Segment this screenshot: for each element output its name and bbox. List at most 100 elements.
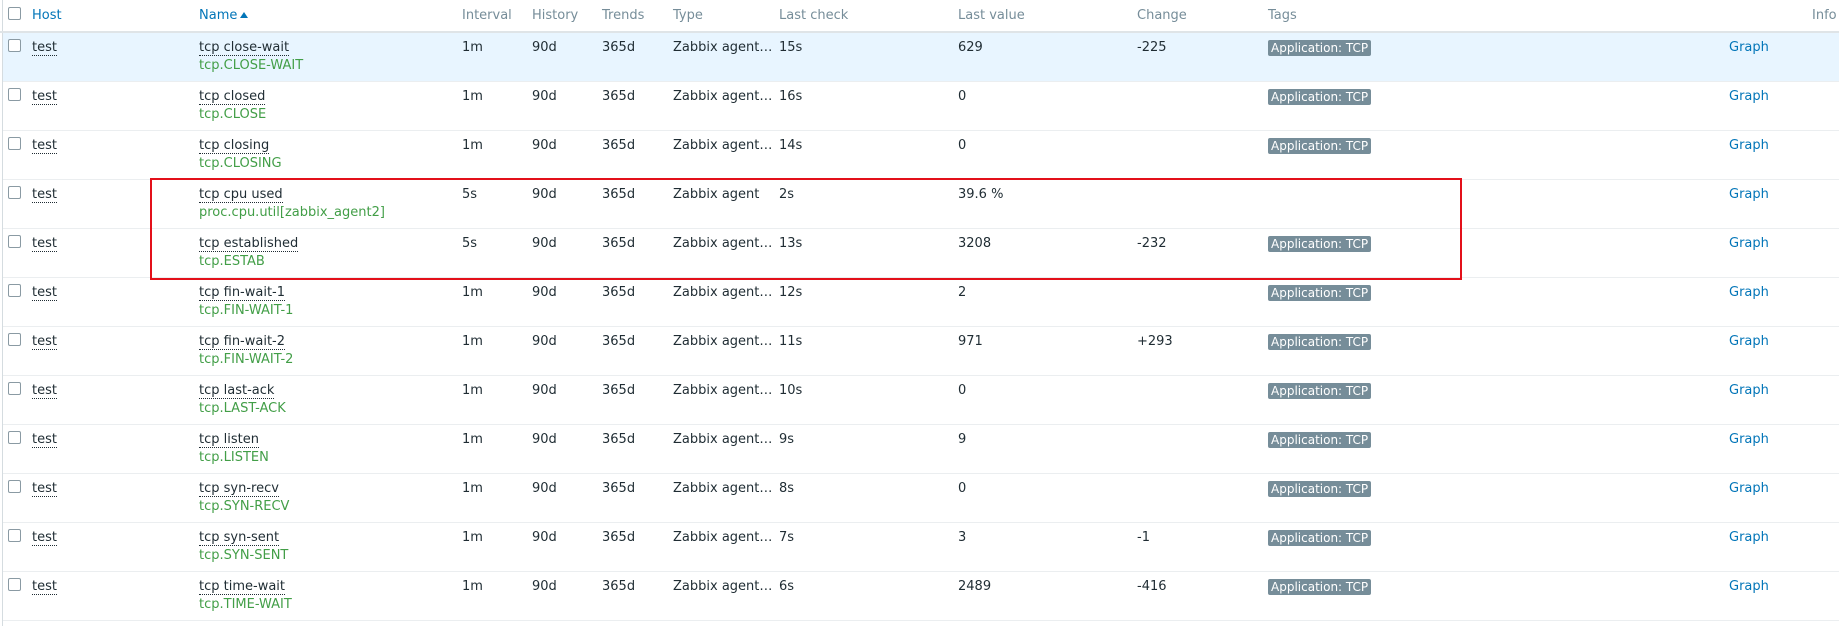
change-value: -225	[1137, 40, 1167, 55]
graph-link[interactable]: Graph	[1729, 481, 1769, 496]
tag-badge[interactable]: Application: TCP	[1268, 481, 1372, 497]
interval-value: 1m	[462, 138, 483, 153]
item-name-link[interactable]: tcp fin-wait-1	[199, 285, 286, 301]
header-name-sortable[interactable]: Name	[199, 8, 249, 23]
host-link[interactable]: test	[32, 383, 57, 399]
graph-link[interactable]: Graph	[1729, 432, 1769, 447]
row-checkbox[interactable]	[8, 333, 21, 346]
item-name-link[interactable]: tcp fin-wait-2	[199, 334, 286, 350]
last-check-value: 13s	[779, 236, 803, 251]
host-link[interactable]: test	[32, 40, 57, 56]
last-check-value: 15s	[779, 40, 803, 55]
graph-link[interactable]: Graph	[1729, 334, 1769, 349]
type-value: Zabbix agent (a…	[673, 530, 773, 545]
item-key: tcp.CLOSING	[199, 156, 282, 171]
tag-badge[interactable]: Application: TCP	[1268, 40, 1372, 56]
row-checkbox[interactable]	[8, 382, 21, 395]
item-name-link[interactable]: tcp closing	[199, 138, 270, 154]
row-checkbox[interactable]	[8, 431, 21, 444]
tag-badge[interactable]: Application: TCP	[1268, 530, 1372, 546]
tag-badge[interactable]: Application: TCP	[1268, 285, 1372, 301]
last-value: 0	[958, 481, 967, 496]
item-name-link[interactable]: tcp last-ack	[199, 383, 275, 399]
item-name-link[interactable]: tcp established	[199, 236, 299, 252]
host-link[interactable]: test	[32, 530, 57, 546]
host-link[interactable]: test	[32, 481, 57, 497]
interval-value: 1m	[462, 40, 483, 55]
header-trends: Trends	[602, 8, 645, 23]
host-link[interactable]: test	[32, 579, 57, 595]
interval-value: 1m	[462, 383, 483, 398]
graph-link[interactable]: Graph	[1729, 579, 1769, 594]
item-name-link[interactable]: tcp closed	[199, 89, 266, 105]
item-name-link[interactable]: tcp close-wait	[199, 40, 290, 56]
header-last-check: Last check	[779, 8, 849, 23]
item-key: tcp.CLOSE-WAIT	[199, 58, 304, 73]
host-link[interactable]: test	[32, 138, 57, 154]
tag-badge[interactable]: Application: TCP	[1268, 89, 1372, 105]
graph-link[interactable]: Graph	[1729, 285, 1769, 300]
graph-link[interactable]: Graph	[1729, 530, 1769, 545]
table-row: test tcp syn-sent tcp.SYN-SENT 1m 90d 365d Zab…	[3, 523, 1839, 572]
type-value: Zabbix agent	[673, 187, 760, 202]
graph-link[interactable]: Graph	[1729, 138, 1769, 153]
type-value: Zabbix agent (a…	[673, 89, 773, 104]
item-name-link[interactable]: tcp syn-recv	[199, 481, 279, 497]
select-all-checkbox[interactable]	[8, 7, 21, 20]
trends-value: 365d	[602, 383, 636, 398]
tag-badge[interactable]: Application: TCP	[1268, 383, 1372, 399]
row-checkbox[interactable]	[8, 284, 21, 297]
host-link[interactable]: test	[32, 334, 57, 350]
tag-badge[interactable]: Application: TCP	[1268, 334, 1372, 350]
header-type: Type	[673, 8, 703, 23]
row-checkbox[interactable]	[8, 235, 21, 248]
last-check-value: 2s	[779, 187, 795, 202]
change-value: -1	[1137, 530, 1150, 545]
header-name-label[interactable]: Name	[199, 8, 237, 23]
table-row: test tcp closing tcp.CLOSING 1m 90d 365d Zabbi…	[3, 131, 1839, 180]
trends-value: 365d	[602, 481, 636, 496]
interval-value: 1m	[462, 530, 483, 545]
trends-value: 365d	[602, 236, 636, 251]
row-checkbox[interactable]	[8, 88, 21, 101]
item-name-link[interactable]: tcp syn-sent	[199, 530, 280, 546]
graph-link[interactable]: Graph	[1729, 187, 1769, 202]
host-link[interactable]: test	[32, 285, 57, 301]
type-value: Zabbix agent (a…	[673, 579, 773, 594]
tag-badge[interactable]: Application: TCP	[1268, 579, 1372, 595]
tag-badge[interactable]: Application: TCP	[1268, 432, 1372, 448]
interval-value: 5s	[462, 187, 478, 202]
host-link[interactable]: test	[32, 236, 57, 252]
row-checkbox[interactable]	[8, 529, 21, 542]
tag-badge[interactable]: Application: TCP	[1268, 236, 1372, 252]
trends-value: 365d	[602, 530, 636, 545]
header-host[interactable]: Host	[32, 8, 62, 23]
host-link[interactable]: test	[32, 187, 57, 203]
item-name-link[interactable]: tcp time-wait	[199, 579, 285, 595]
item-key: tcp.LAST-ACK	[199, 401, 286, 416]
last-value: 3	[958, 530, 967, 545]
item-key: tcp.ESTAB	[199, 254, 265, 269]
item-key: tcp.LISTEN	[199, 450, 269, 465]
graph-link[interactable]: Graph	[1729, 40, 1769, 55]
type-value: Zabbix agent (a…	[673, 334, 773, 349]
host-link[interactable]: test	[32, 89, 57, 105]
tag-badge[interactable]: Application: TCP	[1268, 138, 1372, 154]
history-value: 90d	[532, 187, 557, 202]
last-check-value: 7s	[779, 530, 795, 545]
trends-value: 365d	[602, 187, 636, 202]
row-checkbox[interactable]	[8, 186, 21, 199]
row-checkbox[interactable]	[8, 480, 21, 493]
item-name-link[interactable]: tcp listen	[199, 432, 259, 448]
host-link[interactable]: test	[32, 432, 57, 448]
item-name-link[interactable]: tcp cpu used	[199, 187, 283, 203]
graph-link[interactable]: Graph	[1729, 89, 1769, 104]
row-checkbox[interactable]	[8, 578, 21, 591]
history-value: 90d	[532, 236, 557, 251]
graph-link[interactable]: Graph	[1729, 236, 1769, 251]
row-checkbox[interactable]	[8, 137, 21, 150]
graph-link[interactable]: Graph	[1729, 383, 1769, 398]
table-row: test tcp syn-recv tcp.SYN-RECV 1m 90d 365d Zab…	[3, 474, 1839, 523]
header-interval: Interval	[462, 8, 512, 23]
row-checkbox[interactable]	[8, 39, 21, 52]
